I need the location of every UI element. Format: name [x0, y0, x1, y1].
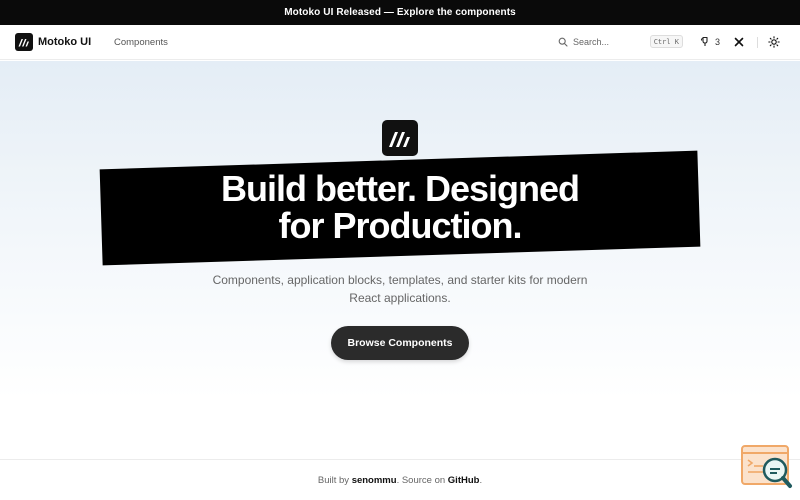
browse-components-button[interactable]: Browse Components — [331, 326, 469, 360]
brand-name: Motoko UI — [38, 36, 92, 48]
footer-author-link[interactable]: senommu — [352, 475, 397, 486]
hero-subtitle: Components, application blocks, template… — [200, 271, 600, 307]
browser-search-icon — [741, 445, 792, 488]
subtitle-line-1: Components, application blocks, template… — [212, 273, 588, 287]
footer-prefix: Built by — [317, 474, 350, 486]
footer-middle: . Source on — [396, 474, 446, 486]
floating-help-widget[interactable] — [741, 445, 793, 489]
search-shortcut: Ctrl K — [649, 35, 683, 48]
logo-icon — [15, 33, 33, 51]
search-input[interactable]: Search... Ctrl K — [553, 32, 685, 52]
navbar: Motoko UI Components Search... Ctrl K 3 — [0, 25, 800, 60]
sun-icon[interactable] — [768, 36, 780, 48]
x-icon[interactable] — [734, 37, 744, 47]
footer: Built by senommu. Source on GitHub. — [0, 459, 800, 500]
github-star-count: 3 — [715, 36, 721, 47]
footer-suffix: . — [479, 474, 483, 486]
announcement-bar[interactable]: Motoko UI Released — Explore the compone… — [0, 0, 800, 25]
announcement-text[interactable]: Motoko UI Released — Explore the compone… — [284, 7, 516, 18]
brand-link[interactable]: Motoko UI — [15, 33, 91, 51]
hero-headline: Build better. Designed for Production. — [100, 170, 700, 244]
navbar-divider — [757, 37, 758, 48]
github-icon — [700, 36, 710, 47]
nav-link-components[interactable]: Components — [114, 37, 168, 48]
github-stars-link[interactable]: 3 — [700, 36, 720, 47]
headline-line-2: for Production. — [278, 205, 523, 246]
headline-line-1: Build better. Designed — [220, 168, 580, 209]
search-placeholder: Search... — [573, 37, 610, 47]
subtitle-line-2: React applications. — [349, 291, 451, 305]
search-icon — [558, 37, 568, 47]
hero-logo-icon — [382, 120, 418, 156]
footer-github-link[interactable]: GitHub — [448, 475, 480, 486]
